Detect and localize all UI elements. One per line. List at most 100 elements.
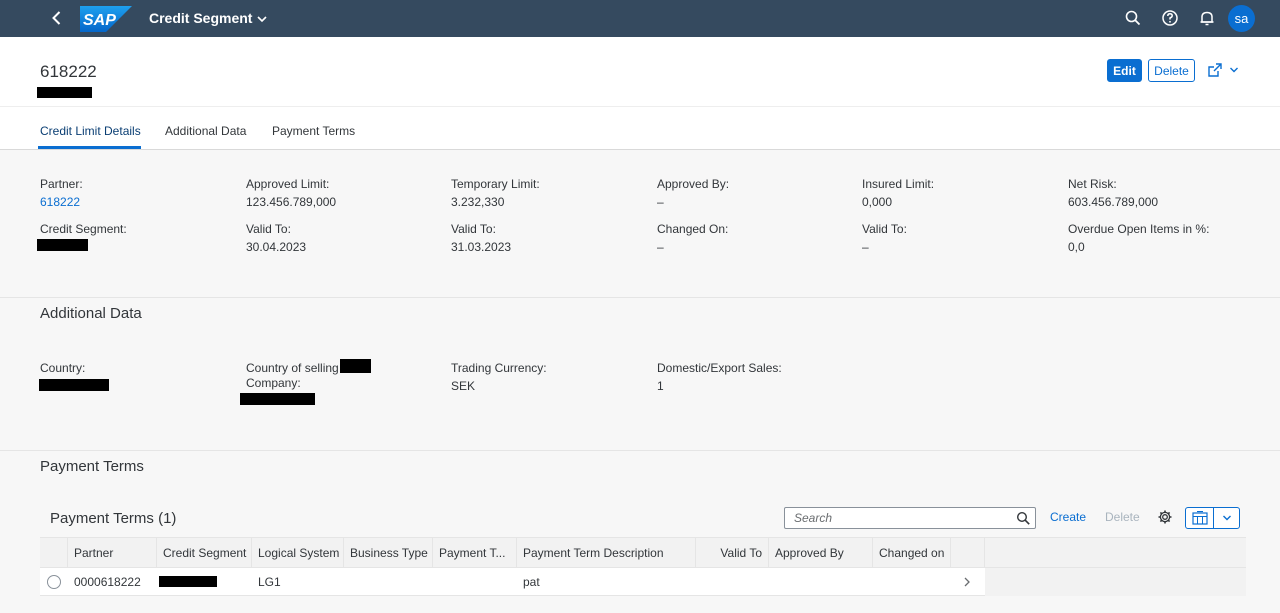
field-label: Approved By: (657, 177, 730, 191)
field-value: – (862, 240, 869, 254)
tab-payment-terms[interactable]: Payment Terms (272, 124, 355, 138)
field-value: 0,0 (1068, 240, 1085, 254)
delete-button[interactable]: Delete (1148, 59, 1195, 82)
app-title: Credit Segment (149, 10, 253, 26)
column-header-business-type[interactable]: Business Type (344, 538, 433, 567)
field-valid-to-approved: Valid To: 30.04.2023 (246, 222, 306, 254)
cell-logical-system: LG1 (258, 574, 281, 589)
column-header-partner[interactable]: Partner (68, 538, 157, 567)
field-label: Valid To: (451, 222, 496, 236)
field-changed-on: Changed On: – (657, 222, 728, 254)
create-button[interactable]: Create (1050, 510, 1086, 524)
field-approved-limit: Approved Limit: 123.456.789,000 (246, 177, 336, 209)
field-value: 0,000 (862, 195, 893, 209)
field-country-of-selling-company: Country of selling Company: (246, 361, 339, 390)
field-label: Changed On: (657, 222, 729, 236)
row-select-radio[interactable] (47, 575, 61, 589)
field-value: 123.456.789,000 (246, 195, 337, 209)
tab-additional-data[interactable]: Additional Data (165, 124, 246, 138)
edit-button[interactable]: Edit (1107, 59, 1142, 82)
sap-logo-text: SAP (83, 12, 116, 29)
field-label: Company: (246, 376, 301, 390)
chevron-right-icon[interactable] (962, 576, 972, 588)
column-header-approved-by[interactable]: Approved By (769, 538, 873, 567)
field-label: Valid To: (862, 222, 907, 236)
column-header-changed-on[interactable]: Changed on (873, 538, 951, 567)
field-label: Net Risk: (1068, 177, 1117, 191)
export-dropdown[interactable] (1214, 508, 1239, 528)
search-input[interactable] (785, 508, 1009, 528)
field-net-risk: Net Risk: 603.456.789,000 (1068, 177, 1158, 209)
field-label: Country: (40, 361, 86, 375)
field-valid-to-temporary: Valid To: 31.03.2023 (451, 222, 511, 254)
column-header-logical-system[interactable]: Logical System (252, 538, 344, 567)
column-header-credit-segment[interactable]: Credit Segment (157, 538, 252, 567)
cell-payment-term-description: pat (523, 574, 540, 589)
share-menu[interactable] (1207, 61, 1243, 79)
gear-icon[interactable] (1157, 509, 1173, 525)
table-header: Partner Credit Segment Logical System Bu… (40, 537, 1246, 568)
field-value: 30.04.2023 (246, 240, 307, 254)
redacted-value (240, 393, 315, 405)
redacted-value (37, 239, 88, 251)
field-valid-to-insured: Valid To: – (862, 222, 907, 254)
app-title-menu[interactable]: Credit Segment (149, 10, 268, 26)
field-label: Trading Currency: (451, 361, 547, 375)
field-credit-segment: Credit Segment: (40, 222, 127, 236)
cell-partner: 0000618222 (74, 574, 141, 589)
table-title: Payment Terms (1) (50, 510, 177, 527)
section-title-payment-terms: Payment Terms (40, 458, 144, 475)
share-icon (1208, 63, 1222, 77)
field-label: Domestic/Export Sales: (657, 361, 782, 375)
export-button[interactable] (1186, 508, 1214, 528)
field-value: 3.232,330 (451, 195, 505, 209)
search-icon[interactable] (1124, 9, 1142, 27)
export-menu-button (1185, 507, 1240, 529)
column-header-payment-term-description[interactable]: Payment Term Description (517, 538, 696, 567)
object-header: 618222 Edit Delete Credit Limit Details … (0, 37, 1280, 150)
section-title-additional-data: Additional Data (40, 305, 142, 322)
help-icon[interactable] (1161, 9, 1179, 27)
redacted-subtitle (37, 87, 92, 98)
column-header-payment-term[interactable]: Payment T... (433, 538, 517, 567)
sap-logo[interactable]: SAP (80, 6, 132, 32)
column-selection (40, 538, 68, 567)
active-tab-indicator (38, 146, 141, 149)
table-delete-button[interactable]: Delete (1105, 510, 1140, 524)
redacted-value (39, 379, 109, 391)
export-excel-icon (1191, 511, 1208, 525)
field-label: Temporary Limit: (451, 177, 540, 191)
field-value: 31.03.2023 (451, 240, 512, 254)
redacted-value (340, 359, 371, 373)
field-domestic-export-sales: Domestic/Export Sales: 1 (657, 361, 782, 393)
field-label: Insured Limit: (862, 177, 935, 191)
field-trading-currency: Trading Currency: SEK (451, 361, 547, 393)
field-insured-limit: Insured Limit: 0,000 (862, 177, 934, 209)
user-avatar[interactable]: sa (1228, 5, 1255, 32)
field-label: Overdue Open Items in %: (1068, 222, 1210, 236)
field-label: Partner: (40, 177, 83, 191)
field-partner: Partner: 618222 (40, 177, 83, 209)
column-header-valid-to[interactable]: Valid To (696, 538, 769, 567)
chevron-down-icon (1222, 515, 1231, 521)
column-navigation (951, 538, 985, 567)
field-approved-by: Approved By: – (657, 177, 729, 209)
field-label: Country of selling (246, 361, 339, 375)
field-country: Country: (40, 361, 85, 375)
field-value: 1 (657, 379, 664, 393)
field-value: 603.456.789,000 (1068, 195, 1159, 209)
table-row[interactable]: 0000618222 LG1 pat (40, 568, 985, 596)
payment-terms-table: Payment Terms (1) Create Delete Partner … (40, 500, 1246, 613)
chevron-down-icon (257, 15, 268, 22)
bell-icon[interactable] (1198, 9, 1216, 27)
search-field (784, 507, 1036, 529)
object-title: 618222 (40, 62, 97, 81)
field-label: Approved Limit: (246, 177, 330, 191)
field-label: Valid To: (246, 222, 291, 236)
tab-credit-limit-details[interactable]: Credit Limit Details (40, 124, 141, 138)
partner-link[interactable]: 618222 (40, 195, 83, 209)
shell-bar: SAP Credit Segment sa (0, 0, 1280, 37)
search-icon[interactable] (1016, 511, 1031, 526)
field-temporary-limit: Temporary Limit: 3.232,330 (451, 177, 540, 209)
chevron-left-icon[interactable] (48, 9, 66, 27)
